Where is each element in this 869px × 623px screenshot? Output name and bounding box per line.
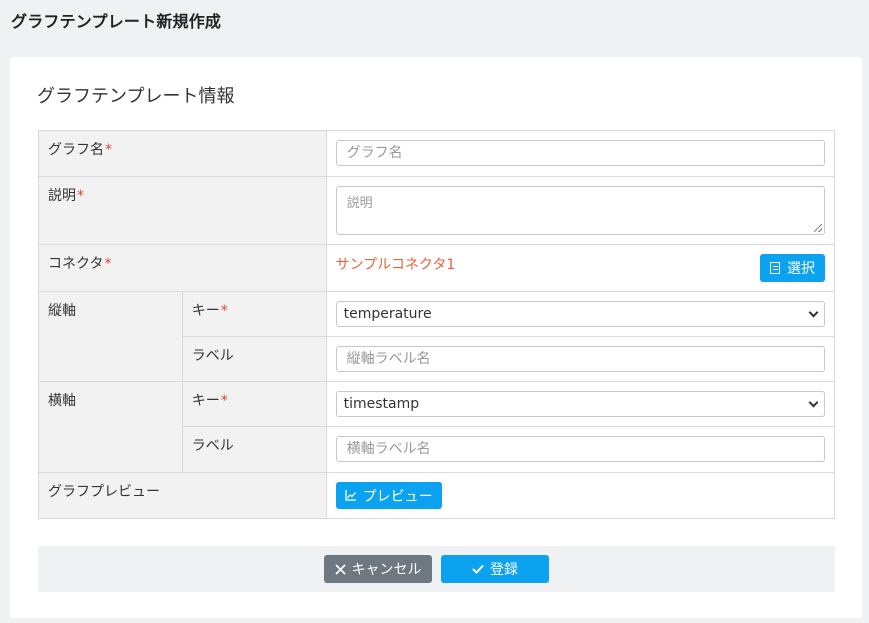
- page-title: グラフテンプレート新規作成: [11, 12, 222, 31]
- y-axis-label-label-cell: ラベル: [181, 336, 327, 382]
- connector-value: サンプルコネクタ1: [335, 257, 456, 273]
- required-mark: *: [105, 142, 112, 158]
- form-footer: キャンセル 登録: [38, 546, 835, 592]
- connector-select-label: 選択: [787, 261, 815, 277]
- resize-grip-icon[interactable]: [814, 224, 822, 232]
- chevron-down-icon: [808, 307, 819, 318]
- chart-line-icon: [344, 490, 356, 501]
- list-icon: [770, 262, 780, 274]
- x-axis-key-label-cell: キー*: [181, 381, 327, 427]
- cancel-button-label: キャンセル: [351, 562, 422, 578]
- y-axis-key-label: キー: [191, 303, 220, 319]
- connector-select-button[interactable]: 選択: [760, 254, 825, 282]
- required-mark: *: [220, 393, 228, 409]
- template-form: グラフ名* グラフ名 説明* 説明 コネクタ* サンプルコネクタ1 選択 縦軸 …: [38, 130, 836, 519]
- submit-button[interactable]: 登録: [441, 555, 549, 583]
- x-axis-label-label: ラベル: [191, 438, 234, 454]
- connector-label-cell: コネクタ*: [38, 244, 327, 292]
- close-icon: [334, 563, 346, 575]
- y-axis-label-cell: 縦軸: [38, 291, 183, 382]
- description-textarea[interactable]: 説明: [335, 186, 825, 235]
- graph-name-input[interactable]: グラフ名: [335, 140, 825, 166]
- description-label-cell: 説明*: [38, 176, 327, 245]
- section-title: グラフテンプレート情報: [37, 86, 235, 107]
- x-axis-label: 横軸: [48, 393, 76, 409]
- y-axis-label-input[interactable]: 縦軸ラベル名: [335, 346, 825, 372]
- required-mark: *: [220, 303, 228, 319]
- preview-button[interactable]: プレビュー: [335, 482, 442, 509]
- graph-name-label: グラフ名: [48, 142, 104, 158]
- chevron-down-icon: [808, 397, 819, 408]
- y-axis-label: 縦軸: [48, 303, 76, 319]
- y-axis-label-label: ラベル: [191, 348, 234, 364]
- x-axis-label-input[interactable]: 横軸ラベル名: [335, 436, 825, 462]
- y-axis-key-value: temperature: [343, 306, 432, 322]
- x-axis-label-cell: 横軸: [38, 381, 183, 473]
- required-mark: *: [77, 188, 84, 204]
- check-icon: [472, 564, 484, 574]
- submit-button-label: 登録: [490, 562, 518, 578]
- x-axis-key-label: キー: [191, 393, 220, 409]
- x-axis-key-value: timestamp: [343, 396, 420, 412]
- cancel-button[interactable]: キャンセル: [324, 555, 432, 583]
- preview-button-label: プレビュー: [362, 488, 433, 505]
- required-mark: *: [104, 256, 112, 272]
- description-placeholder: 説明: [346, 196, 373, 211]
- y-axis-key-select[interactable]: temperature: [335, 301, 825, 327]
- preview-label: グラフプレビュー: [48, 484, 160, 500]
- graph-name-label-cell: グラフ名*: [38, 130, 327, 177]
- form-card: グラフテンプレート情報 グラフ名* グラフ名 説明* 説明 コネクタ* サンプル…: [10, 57, 862, 618]
- x-axis-label-label-cell: ラベル: [181, 426, 327, 473]
- description-label: 説明: [48, 188, 76, 204]
- preview-label-cell: グラフプレビュー: [38, 472, 327, 519]
- connector-label: コネクタ: [48, 256, 104, 272]
- y-axis-key-label-cell: キー*: [181, 291, 327, 337]
- x-axis-key-select[interactable]: timestamp: [335, 391, 825, 417]
